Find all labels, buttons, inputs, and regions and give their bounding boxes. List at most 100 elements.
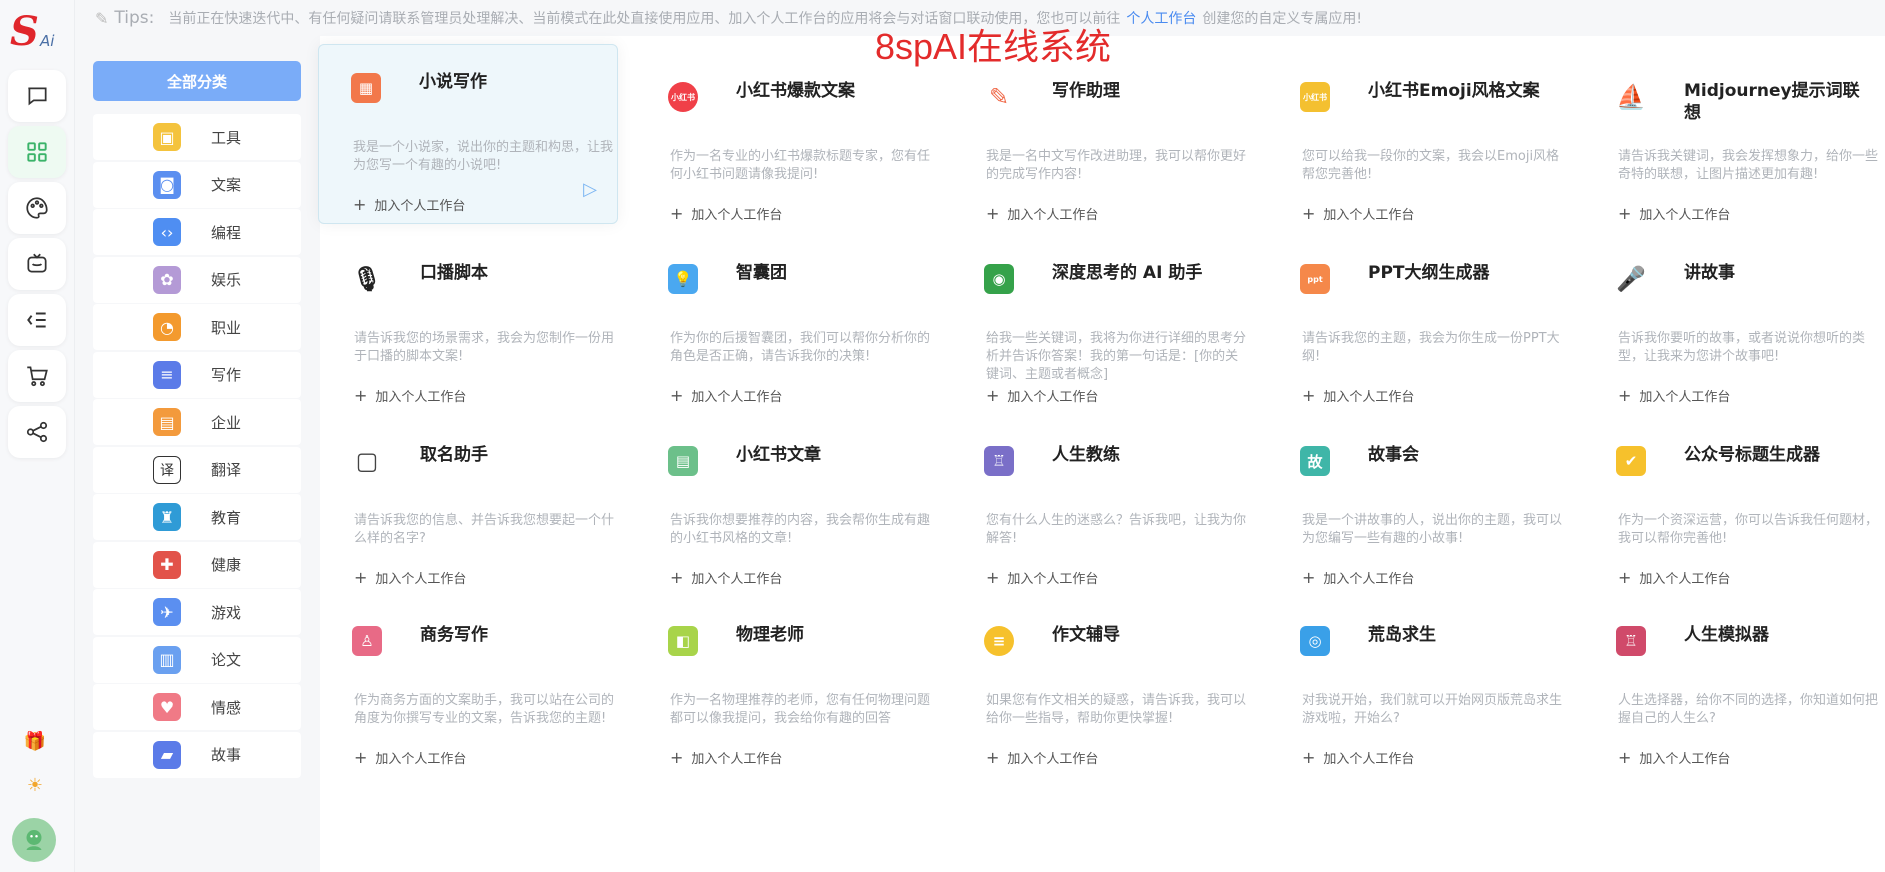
add-to-workspace-button[interactable]: + 加入个人工作台	[670, 204, 782, 223]
novel-icon: ▦	[349, 71, 383, 105]
rail-list-button[interactable]	[8, 294, 66, 346]
add-to-workspace-button[interactable]: + 加入个人工作台	[670, 386, 782, 405]
add-to-workspace-button[interactable]: + 加入个人工作台	[1302, 568, 1414, 587]
card-title: 小红书Emoji风格文案	[1368, 81, 1540, 101]
personal-workspace-link[interactable]: 个人工作台	[1126, 8, 1196, 28]
app-card[interactable]: ▢ 取名助手 请告诉我您的信息、并告诉我您想要起一个什么样的名字? + 加入个人工作台	[320, 418, 620, 598]
category-item[interactable]: ▣ 工具	[93, 114, 301, 160]
add-to-workspace-button[interactable]: + 加入个人工作台	[1302, 748, 1414, 767]
essay-icon: ≡	[982, 624, 1016, 658]
add-to-workspace-label: 加入个人工作台	[1007, 572, 1099, 587]
plus-icon: +	[1302, 748, 1316, 767]
add-to-workspace-button[interactable]: + 加入个人工作台	[986, 568, 1098, 587]
category-item[interactable]: ✈ 游戏	[93, 589, 301, 635]
add-to-workspace-button[interactable]: + 加入个人工作台	[1302, 204, 1414, 223]
add-to-workspace-button[interactable]: + 加入个人工作台	[670, 568, 782, 587]
app-card[interactable]: 故 故事会 我是一个讲故事的人，说出你的主题，我可以为您编写一些有趣的小故事! + 加入…	[1268, 418, 1568, 598]
add-to-workspace-button[interactable]: + 加入个人工作台	[1618, 204, 1730, 223]
plus-icon: +	[986, 386, 1000, 405]
app-card[interactable]: 💡 智囊团 作为你的后援智囊团，我们可以帮你分析你的角色是否正确，请告诉我你的决策!…	[636, 236, 936, 416]
sailboat-icon: ⛵	[1614, 80, 1648, 114]
rail-cart-button[interactable]	[8, 350, 66, 402]
rail-share-button[interactable]	[8, 406, 66, 458]
card-icon-glyph: 💡	[668, 264, 698, 294]
app-card[interactable]: ◧ 物理老师 作为一名物理推荐的老师，您有任何物理问题都可以像我提问，我会给你有趣的…	[636, 598, 936, 778]
add-to-workspace-label: 加入个人工作台	[691, 752, 783, 767]
app-card[interactable]: 小红书 小红书Emoji风格文案 您可以给我一段你的文案，我会以Emoji风格帮您完…	[1268, 54, 1568, 234]
add-to-workspace-button[interactable]: + 加入个人工作台	[986, 204, 1098, 223]
app-card[interactable]: 🎙 口播脚本 请告诉我您的场景需求，我会为您制作一份用于口播的脚本文案! + 加入个人工…	[320, 236, 620, 416]
rail-chat-button[interactable]	[8, 70, 66, 122]
card-icon-glyph: 小红书	[668, 82, 698, 112]
category-item[interactable]: ✿ 娱乐	[93, 256, 301, 303]
card-title: 物理老师	[736, 625, 804, 645]
add-to-workspace-button[interactable]: + 加入个人工作台	[354, 568, 466, 587]
app-card[interactable]: ⛵ Midjourney提示词联想 请告诉我关键词，我会发挥想象力，给你一些奇特的联…	[1584, 54, 1884, 234]
app-root: S Ai 🎁 ☀ ✎ Tips: 当前正在快速迭代中、有任何疑问请联系管理员处理…	[0, 0, 1885, 872]
app-card[interactable]: ppt PPT大纲生成器 请告诉我您的主题，我会为你生成一份PPT大纲! + 加入个人工…	[1268, 236, 1568, 416]
sun-icon[interactable]: ☀	[22, 772, 48, 798]
category-item[interactable]: ♥ 情感	[93, 684, 301, 730]
add-to-workspace-label: 加入个人工作台	[374, 199, 466, 214]
card-description: 请告诉我关键词，我会发挥想象力，给你一些奇特的联想，让图片描述更加有趣!	[1618, 149, 1879, 182]
category-label: 故事	[211, 746, 242, 764]
app-card[interactable]: ▤ 小红书文章 告诉我你想要推荐的内容，我会帮你生成有趣的小红书风格的文章! + 加入个…	[636, 418, 936, 598]
add-to-workspace-button[interactable]: + 加入个人工作台	[1302, 386, 1414, 405]
app-card[interactable]: ◉ 深度思考的 AI 助手 给我一些关键词，我将为你进行详细的思考分析并告诉你答案！…	[952, 236, 1252, 416]
category-item[interactable]: ‹› 编程	[93, 209, 301, 255]
app-card[interactable]: ♙ 商务写作 作为商务方面的文案助手，我可以站在公司的角度为你撰写专业的文案，告诉我…	[320, 598, 620, 778]
app-card[interactable]: 🎤 讲故事 告诉我你要听的故事，或者说说你想听的类型，让我来为您讲个故事吧! + 加入个…	[1584, 236, 1884, 416]
category-item[interactable]: ♜ 教育	[93, 494, 301, 540]
xiaohongshu-icon: 小红书	[666, 80, 700, 114]
plus-icon: +	[354, 386, 368, 405]
add-to-workspace-label: 加入个人工作台	[1007, 390, 1099, 405]
rail-draw-button[interactable]	[8, 182, 66, 234]
app-card[interactable]: ◎ 荒岛求生 对我说开始，我们就可以开始网页版荒岛求生游戏啦，开始么? + 加入个人工作…	[1268, 598, 1568, 778]
gift-icon[interactable]: 🎁	[22, 728, 48, 754]
category-item[interactable]: ▤ 企业	[93, 399, 301, 445]
category-item[interactable]: 译 翻译	[93, 446, 301, 493]
card-description: 告诉我你要听的故事，或者说说你想听的类型，让我来为您讲个故事吧!	[1618, 331, 1866, 364]
category-item[interactable]: ▥ 论文	[93, 636, 301, 683]
add-to-workspace-button[interactable]: + 加入个人工作台	[353, 195, 465, 214]
logo[interactable]: S Ai	[6, 8, 66, 58]
category-item[interactable]: ▰ 故事	[93, 731, 301, 778]
add-to-workspace-button[interactable]: + 加入个人工作台	[1618, 386, 1730, 405]
add-to-workspace-button[interactable]: + 加入个人工作台	[670, 748, 782, 767]
card-title: 商务写作	[420, 625, 488, 645]
add-to-workspace-button[interactable]: + 加入个人工作台	[354, 386, 466, 405]
category-item[interactable]: ≡ 写作	[93, 351, 301, 398]
add-to-workspace-button[interactable]: + 加入个人工作台	[986, 748, 1098, 767]
app-card[interactable]: ≡ 作文辅导 如果您有作文相关的疑惑，请告诉我，我可以给你一些指导，帮助你更快掌握!…	[952, 598, 1252, 778]
card-title: 作文辅导	[1052, 625, 1120, 645]
plus-icon: +	[353, 195, 367, 214]
tower-icon: ♖	[1614, 624, 1648, 658]
add-to-workspace-button[interactable]: + 加入个人工作台	[354, 748, 466, 767]
app-card[interactable]: ♖ 人生模拟器 人生选择器，给你不同的选择，你知道如何把握自己的人生么? + 加入个人工…	[1584, 598, 1884, 778]
add-to-workspace-label: 加入个人工作台	[375, 390, 467, 405]
avatar[interactable]	[12, 818, 56, 862]
rail-apps-button[interactable]	[8, 126, 66, 178]
category-label: 翻译	[211, 461, 242, 479]
card-description: 人生选择器，给你不同的选择，你知道如何把握自己的人生么?	[1618, 693, 1879, 726]
send-icon[interactable]: ▷	[583, 179, 597, 200]
app-card[interactable]: ▦ 小说写作 我是一个小说家，说出你的主题和构思，让我为您写一个有趣的小说吧! + 加入…	[318, 44, 618, 224]
app-card[interactable]: ✔ 公众号标题生成器 作为一个资深运营，你可以告诉我任何题材，我可以帮你完善他! + 加…	[1584, 418, 1884, 598]
app-card[interactable]: ♖ 人生教练 您有什么人生的迷惑么？告诉我吧，让我为你解答! + 加入个人工作台	[952, 418, 1252, 598]
name-card-icon: ▢	[350, 444, 384, 478]
category-item[interactable]: ✚ 健康	[93, 541, 301, 588]
add-to-workspace-button[interactable]: + 加入个人工作台	[1618, 748, 1730, 767]
add-to-workspace-label: 加入个人工作台	[1639, 752, 1731, 767]
card-description: 我是一个小说家，说出你的主题和构思，让我为您写一个有趣的小说吧!	[353, 140, 614, 173]
add-to-workspace-button[interactable]: + 加入个人工作台	[1618, 568, 1730, 587]
add-to-workspace-button[interactable]: + 加入个人工作台	[986, 386, 1098, 405]
all-categories-button[interactable]: 全部分类	[93, 61, 301, 101]
add-to-workspace-label: 加入个人工作台	[1007, 208, 1099, 223]
app-card[interactable]: 小红书 小红书爆款文案 作为一名专业的小红书爆款标题专家，您有任何小红书问题请像我提…	[636, 54, 936, 234]
category-item[interactable]: ◔ 职业	[93, 304, 301, 350]
app-card[interactable]: ✎ 写作助理 我是一名中文写作改进助理，我可以帮你更好的完成写作内容! + 加入个人工作…	[952, 54, 1252, 234]
rail-robot-button[interactable]	[8, 238, 66, 290]
user-avatar-icon	[26, 830, 42, 850]
category-item[interactable]: ◙ 文案	[93, 161, 301, 208]
card-icon-glyph: ▤	[668, 446, 698, 476]
